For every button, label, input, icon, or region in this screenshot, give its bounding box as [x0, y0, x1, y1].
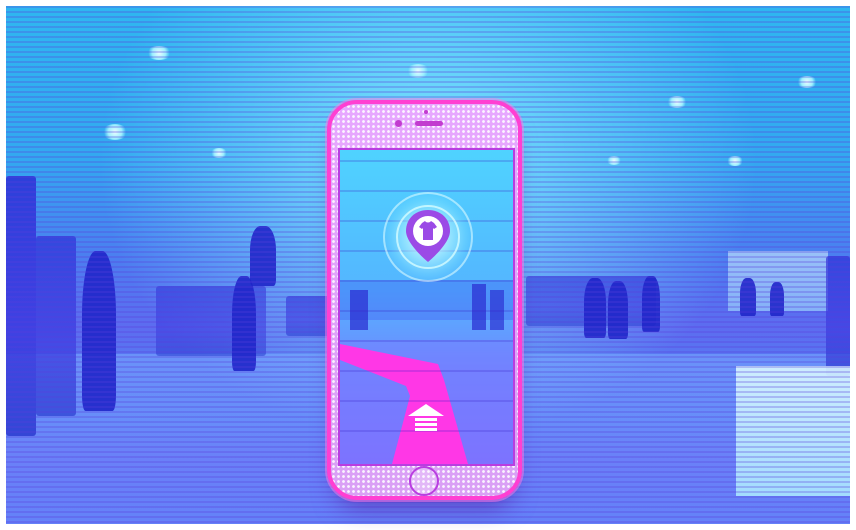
shopper — [82, 251, 116, 411]
ceiling-light — [102, 124, 128, 140]
ceiling-light — [210, 148, 228, 158]
phone-screen — [338, 148, 515, 466]
pin-marker — [406, 210, 450, 262]
mannequin — [232, 276, 256, 371]
ceiling-light — [146, 46, 172, 60]
shopper — [740, 278, 756, 316]
clothing-rack — [826, 256, 850, 376]
shopper — [584, 278, 606, 338]
shopper — [770, 282, 784, 316]
shirt-location-pin-icon — [383, 192, 473, 282]
ceiling-light — [796, 76, 818, 88]
ceiling-light — [406, 64, 430, 78]
ceiling-light — [606, 156, 622, 165]
mannequin — [250, 226, 276, 286]
shopper — [608, 281, 628, 339]
ar-navigation-illustration — [0, 0, 856, 530]
white-counter — [736, 366, 850, 496]
phone-home-button — [409, 466, 439, 496]
shopper — [642, 276, 660, 332]
smartphone — [327, 100, 522, 500]
phone-front-camera — [395, 120, 402, 127]
ceiling-light — [666, 96, 688, 108]
phone-sensor — [424, 110, 428, 114]
phone-speaker — [415, 121, 443, 126]
forward-arrow-icon — [408, 404, 444, 431]
ceiling-light — [726, 156, 744, 166]
clothing-rack — [36, 236, 76, 416]
clothing-rack — [6, 176, 36, 436]
